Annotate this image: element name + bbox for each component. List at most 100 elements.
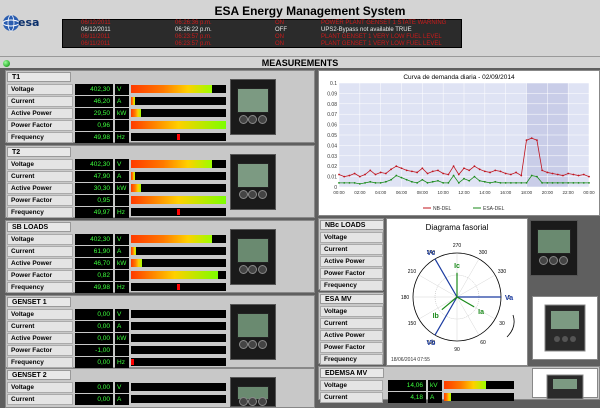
angle-label: 30: [499, 321, 505, 327]
meter-button: [239, 189, 248, 199]
x-tick-label: 08:00: [417, 190, 429, 195]
alarm-row[interactable]: 06/11/2011 06:23:57 p.m. ON PLANT GENSET 1 …: [63, 34, 463, 41]
y-tick-label: 0.09: [327, 91, 337, 97]
measurement-value: 29,50: [75, 108, 113, 119]
alarm-row[interactable]: 06/12/2011 06:26:22 p.m. OFF UPS2-Bypass no…: [63, 27, 463, 34]
measurements-title: MEASUREMENTS: [261, 58, 339, 68]
data-point: [541, 169, 544, 172]
measurement-value: 46,70: [75, 258, 113, 269]
data-point: [379, 171, 382, 174]
level-bar: [131, 133, 226, 141]
measurement-unit: V: [115, 84, 129, 95]
data-point: [468, 169, 471, 172]
alarm-date: 06/12/2011: [81, 20, 111, 26]
measurement-value: 0,00: [75, 309, 113, 320]
meter-button: [257, 114, 267, 124]
measurement-row: Current 47,90 A: [7, 171, 229, 182]
data-point: [395, 174, 398, 177]
data-point: [442, 181, 445, 184]
panel-title: SB LOADS: [7, 222, 71, 232]
measurement-label: Active Power: [7, 258, 73, 269]
meter-button: [248, 189, 258, 199]
angle-label: 270: [453, 243, 462, 249]
data-point: [384, 172, 387, 175]
data-point: [489, 181, 491, 184]
level-bar-fill: [131, 121, 226, 129]
panel-title: ESA MV: [320, 294, 384, 304]
y-tick-label: 0.06: [327, 123, 337, 129]
measurement-panel-genset-2: GENSET 2 Voltage 0,00 V Current 0,00 A: [5, 368, 315, 408]
data-point: [478, 179, 481, 182]
measurement-label: Active Power: [320, 330, 383, 341]
measurement-row: Voltage 402,30 V: [7, 84, 229, 95]
data-point: [426, 181, 429, 184]
measurement-unit: V: [115, 309, 129, 320]
level-bar-fill: [131, 172, 135, 180]
alarm-list[interactable]: 06/12/2011 06:26:36 p.m. ON POWER PLANT GEN…: [62, 19, 462, 48]
data-point: [515, 181, 517, 184]
y-tick-label: 0.07: [327, 112, 337, 118]
meter-photo: [532, 368, 598, 400]
data-point: [343, 181, 346, 184]
measurement-label: Power Factor: [320, 342, 383, 353]
meter-screen: [237, 238, 269, 264]
power-meter-device: [530, 220, 578, 276]
chart-title: Curva de demanda diaria - 02/09/2014: [403, 74, 515, 81]
power-meter-device: [230, 304, 276, 360]
x-tick-label: 04:00: [375, 190, 387, 195]
measurement-label: Current: [7, 394, 73, 405]
alarm-date: 06/11/2011: [81, 41, 111, 47]
level-bar: [131, 184, 226, 192]
data-point: [473, 175, 476, 178]
data-point: [353, 181, 356, 184]
data-point: [551, 181, 554, 184]
y-tick-label: 0.04: [327, 143, 337, 149]
data-point: [416, 181, 419, 184]
data-point: [437, 179, 439, 182]
vector-label: Ia: [478, 309, 484, 316]
meter-button: [248, 264, 258, 274]
measurement-row: Current 61,90 A: [7, 246, 229, 257]
data-point: [374, 173, 377, 176]
measurement-value: 47,90: [75, 171, 113, 182]
meter-button: [257, 189, 267, 199]
measurement-unit: A: [115, 246, 129, 257]
data-point: [551, 172, 554, 175]
data-point: [468, 179, 471, 182]
measurement-row: Current 0,00 A: [7, 394, 229, 405]
data-point: [520, 181, 523, 184]
measurement-unit: V: [115, 159, 129, 170]
level-bar-fill: [131, 85, 212, 93]
meter-button: [239, 264, 248, 274]
data-point: [483, 180, 486, 183]
alarm-row[interactable]: 06/11/2011 06:23:57 p.m. ON PLANT GENSET 1 …: [63, 41, 463, 48]
measurement-value: 46,20: [75, 96, 113, 107]
panel-title: EDEMSA MV: [320, 368, 384, 378]
data-point: [525, 139, 528, 142]
data-point: [473, 165, 476, 168]
data-point: [411, 170, 413, 173]
data-point: [536, 175, 538, 178]
meter-button: [248, 114, 258, 124]
level-bar: [131, 121, 226, 129]
data-point: [395, 165, 398, 168]
data-point: [525, 181, 528, 184]
data-point: [421, 178, 424, 181]
data-point: [478, 168, 481, 171]
measurement-value: 61,90: [75, 246, 113, 257]
level-bar: [131, 346, 226, 354]
phasor-spoke: [456, 274, 496, 298]
panel-title: NBc LOADS: [320, 220, 384, 230]
power-meter-device: [230, 229, 276, 285]
measurement-unit: Hz: [115, 132, 129, 143]
measurement-label: Active Power: [7, 108, 73, 119]
measurement-row: Frequency 0,00 Hz: [7, 357, 229, 368]
data-point: [483, 170, 486, 173]
measurement-label: Active Power: [320, 256, 383, 267]
data-point: [338, 173, 340, 176]
x-tick-label: 16:00: [500, 190, 512, 195]
vector-label: Ib: [433, 313, 439, 320]
alarm-row[interactable]: 06/12/2011 06:26:36 p.m. ON POWER PLANT GEN…: [63, 20, 463, 27]
level-bar: [131, 358, 226, 366]
measurement-value: 49,97: [75, 207, 113, 218]
